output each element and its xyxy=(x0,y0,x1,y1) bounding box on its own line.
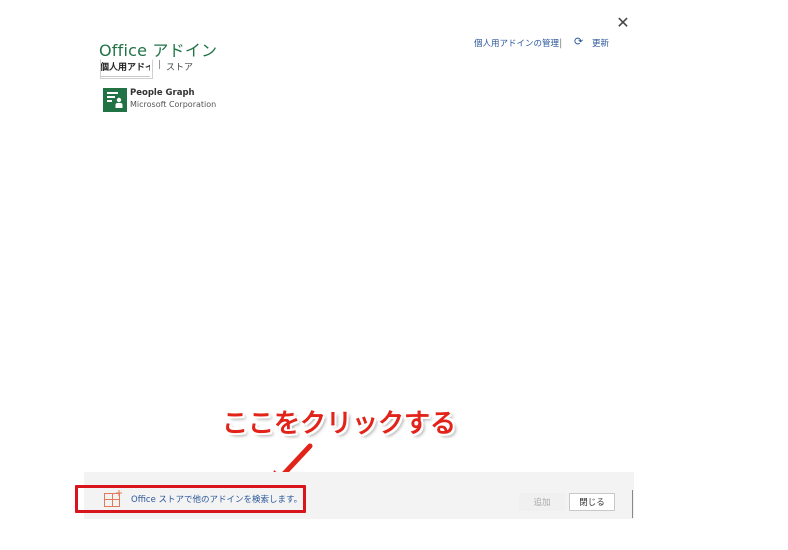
dialog-title: Office アドイン xyxy=(99,41,218,60)
addin-publisher: Microsoft Corporation xyxy=(130,100,217,109)
annotation-callout: ここをクリックする xyxy=(222,409,457,439)
refresh-link[interactable]: 更新 xyxy=(592,37,609,49)
add-button[interactable]: 追加 xyxy=(519,493,565,511)
addin-name: People Graph xyxy=(130,88,195,98)
close-button[interactable]: 閉じる xyxy=(569,493,615,511)
annotation-highlight-box xyxy=(75,485,306,513)
people-graph-icon xyxy=(103,88,127,112)
tab-separator: | xyxy=(158,60,162,70)
close-icon[interactable]: ✕ xyxy=(614,14,632,32)
refresh-icon[interactable]: ⟳ xyxy=(574,35,583,48)
footer-edge-line xyxy=(632,490,633,518)
header-link-separator: | xyxy=(559,38,563,49)
tab-store[interactable]: ストア xyxy=(166,60,193,73)
manage-addins-link[interactable]: 個人用アドインの管理 xyxy=(474,37,559,49)
tab-my-addins[interactable]: 個人用アドイン xyxy=(100,60,150,77)
